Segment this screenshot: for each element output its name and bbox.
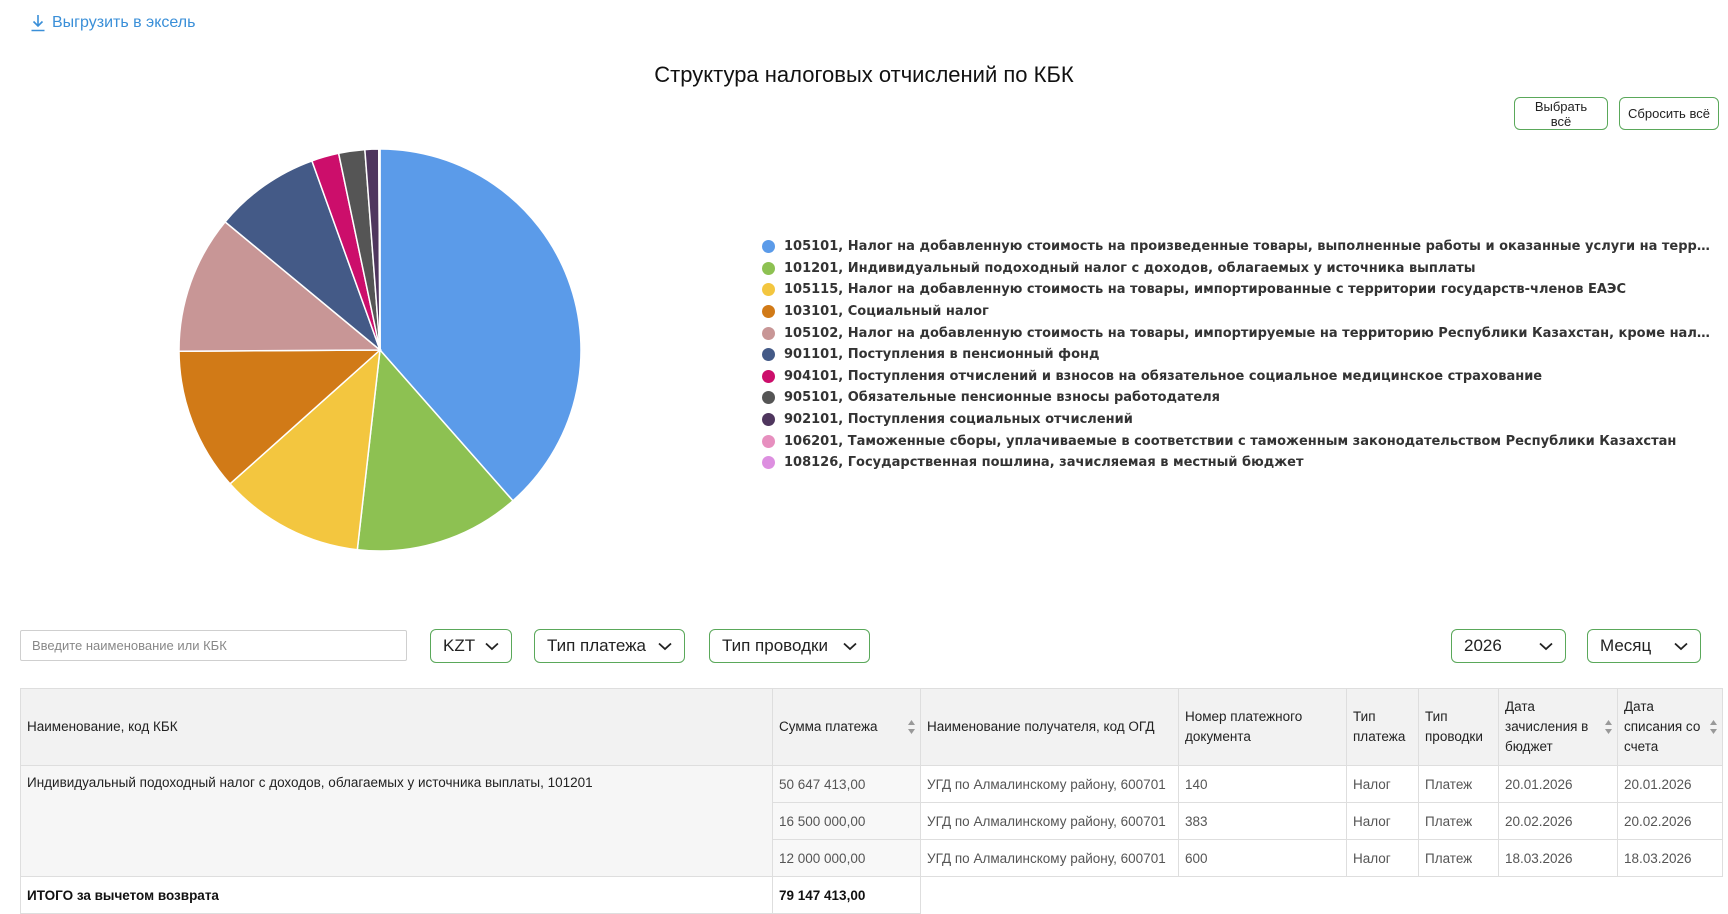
posting-type-dropdown[interactable]: Тип проводки xyxy=(709,629,870,663)
legend-item[interactable]: 105101, Налог на добавленную стоимость н… xyxy=(762,236,1712,258)
legend-color-dot xyxy=(762,283,775,297)
payment-type-dropdown[interactable]: Тип платежа xyxy=(534,629,685,663)
legend-label: 105115, Налог на добавленную стоимость н… xyxy=(784,282,1626,298)
legend-item[interactable]: 108126, Государственная пошлина, зачисля… xyxy=(762,452,1712,474)
table-row[interactable]: Индивидуальный подоходный налог с доходо… xyxy=(20,765,1723,877)
posting-type-cell: Платеж xyxy=(1418,802,1499,840)
export-excel-link[interactable]: Выгрузить в эксель xyxy=(30,14,195,32)
chevron-down-icon xyxy=(1539,642,1553,650)
year-dropdown[interactable]: 2026 xyxy=(1451,629,1566,663)
debit-date-cell: 20.02.2026 xyxy=(1617,802,1723,840)
column-header-name[interactable]: Наименование, код КБК xyxy=(20,688,773,766)
search-input[interactable] xyxy=(20,630,407,661)
column-header-budget-date[interactable]: Дата зачисления в бюджет xyxy=(1498,688,1618,766)
recipient-cell: УГД по Алмалинскому району, 600701 xyxy=(920,765,1179,803)
filter-bar: KZT Тип платежа Тип проводки 2026 Месяц xyxy=(0,629,1728,665)
chevron-down-icon xyxy=(843,642,857,650)
chart-legend: 105101, Налог на добавленную стоимость н… xyxy=(762,236,1712,474)
legend-color-dot xyxy=(762,456,775,470)
column-header-amount[interactable]: Сумма платежа xyxy=(772,688,921,766)
select-all-button[interactable]: Выбрать всё xyxy=(1514,97,1608,130)
posting-type-value: Тип проводки xyxy=(722,636,828,655)
year-value: 2026 xyxy=(1464,636,1502,655)
download-icon xyxy=(31,15,45,32)
export-excel-label: Выгрузить в эксель xyxy=(52,14,196,31)
payment-type-value: Тип платежа xyxy=(547,636,646,655)
legend-item[interactable]: 902101, Поступления социальных отчислени… xyxy=(762,409,1712,431)
month-value: Месяц xyxy=(1600,636,1652,655)
legend-label: 108126, Государственная пошлина, зачисля… xyxy=(784,455,1304,471)
posting-type-cell: Платеж xyxy=(1418,765,1499,803)
column-header-doc-number[interactable]: Номер платежного документа xyxy=(1178,688,1347,766)
debit-date-cell: 20.01.2026 xyxy=(1617,765,1723,803)
legend-item[interactable]: 905101, Обязательные пенсионные взносы р… xyxy=(762,387,1712,409)
column-header-posting-type[interactable]: Тип проводки xyxy=(1418,688,1499,766)
total-row-filler xyxy=(920,876,1723,914)
recipient-cell: УГД по Алмалинскому району, 600701 xyxy=(920,839,1179,877)
pie-slice-108126[interactable] xyxy=(378,148,381,351)
payment-type-cell: Налог xyxy=(1346,839,1419,877)
legend-label: 902101, Поступления социальных отчислени… xyxy=(784,412,1133,428)
legend-color-dot xyxy=(762,434,775,448)
legend-label: 101201, Индивидуальный подоходный налог … xyxy=(784,260,1476,276)
legend-color-dot xyxy=(762,305,775,319)
doc-number-cell: 600 xyxy=(1178,839,1347,877)
debit-date-cell: 18.03.2026 xyxy=(1617,839,1723,877)
legend-item[interactable]: 901101, Поступления в пенсионный фонд xyxy=(762,344,1712,366)
legend-item[interactable]: 904101, Поступления отчислений и взносов… xyxy=(762,366,1712,388)
legend-color-dot xyxy=(762,348,775,362)
legend-label: 106201, Таможенные сборы, уплачиваемые в… xyxy=(784,433,1677,449)
chart-title: Структура налоговых отчислений по КБК xyxy=(654,62,1074,87)
payment-type-cell: Налог xyxy=(1346,765,1419,803)
chevron-down-icon xyxy=(485,642,499,650)
doc-number-cell: 383 xyxy=(1178,802,1347,840)
budget-date-cell: 18.03.2026 xyxy=(1498,839,1618,877)
total-label: ИТОГО за вычетом возврата xyxy=(20,876,773,914)
posting-type-cell: Платеж xyxy=(1418,839,1499,877)
legend-color-dot xyxy=(762,369,775,383)
total-amount: 79 147 413,00 xyxy=(772,876,921,914)
legend-color-dot xyxy=(762,326,775,340)
currency-dropdown[interactable]: KZT xyxy=(430,629,512,663)
doc-number-cell: 140 xyxy=(1178,765,1347,803)
pie-chart xyxy=(178,148,582,552)
legend-item[interactable]: 105102, Налог на добавленную стоимость н… xyxy=(762,322,1712,344)
legend-label: 103101, Социальный налог xyxy=(784,304,989,320)
total-row: ИТОГО за вычетом возврата 79 147 413,00 xyxy=(20,876,1723,914)
legend-color-dot xyxy=(762,391,775,405)
legend-label: 901101, Поступления в пенсионный фонд xyxy=(784,347,1100,363)
legend-item[interactable]: 105115, Налог на добавленную стоимость н… xyxy=(762,279,1712,301)
currency-value: KZT xyxy=(443,636,476,655)
amount-cell: 12 000 000,00 xyxy=(772,839,921,877)
column-header-debit-date[interactable]: Дата списания со счета xyxy=(1617,688,1723,766)
amount-cell: 16 500 000,00 xyxy=(772,802,921,840)
legend-color-dot xyxy=(762,261,775,275)
month-dropdown[interactable]: Месяц xyxy=(1587,629,1701,663)
table-header-row: Наименование, код КБК Сумма платежа Наим… xyxy=(20,688,1723,766)
chevron-down-icon xyxy=(1674,642,1688,650)
legend-label: 105102, Налог на добавленную стоимость н… xyxy=(784,325,1712,341)
column-header-recipient[interactable]: Наименование получателя, код ОГД xyxy=(920,688,1179,766)
kbk-name-cell: Индивидуальный подоходный налог с доходо… xyxy=(20,765,773,877)
sort-icon[interactable] xyxy=(1709,719,1718,735)
legend-item[interactable]: 101201, Индивидуальный подоходный налог … xyxy=(762,258,1712,280)
column-header-payment-type[interactable]: Тип платежа xyxy=(1346,688,1419,766)
sort-icon[interactable] xyxy=(1604,719,1613,735)
legend-item[interactable]: 103101, Социальный налог xyxy=(762,301,1712,323)
chevron-down-icon xyxy=(658,642,672,650)
amount-cell: 50 647 413,00 xyxy=(772,765,921,803)
payments-table: Наименование, код КБК Сумма платежа Наим… xyxy=(20,688,1723,914)
legend-item[interactable]: 106201, Таможенные сборы, уплачиваемые в… xyxy=(762,430,1712,452)
legend-color-dot xyxy=(762,413,775,427)
recipient-cell: УГД по Алмалинскому району, 600701 xyxy=(920,802,1179,840)
payment-type-cell: Налог xyxy=(1346,802,1419,840)
reset-all-button[interactable]: Сбросить всё xyxy=(1619,97,1719,130)
legend-label: 905101, Обязательные пенсионные взносы р… xyxy=(784,390,1221,406)
sort-icon[interactable] xyxy=(907,719,916,735)
legend-label: 904101, Поступления отчислений и взносов… xyxy=(784,368,1543,384)
legend-label: 105101, Налог на добавленную стоимость н… xyxy=(784,239,1712,255)
budget-date-cell: 20.02.2026 xyxy=(1498,802,1618,840)
legend-color-dot xyxy=(762,240,775,254)
budget-date-cell: 20.01.2026 xyxy=(1498,765,1618,803)
